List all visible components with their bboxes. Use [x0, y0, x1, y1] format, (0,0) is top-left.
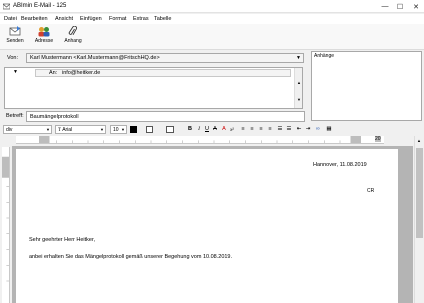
- address-label: Adresse: [34, 38, 54, 44]
- align-right-icon[interactable]: ≡: [257, 125, 265, 134]
- chevron-down-icon: ▼: [100, 127, 104, 132]
- superscript-button[interactable]: x²: [228, 125, 236, 134]
- insert-link-icon[interactable]: ∞: [314, 125, 322, 134]
- style-select[interactable]: div ▼: [3, 125, 52, 134]
- scroll-up-icon[interactable]: ▲: [297, 80, 301, 85]
- font-size-value: 10: [113, 127, 119, 133]
- insert-table-icon[interactable]: ▦: [325, 125, 333, 134]
- salutation: Sehr geehrter Herr Heitker,: [29, 237, 96, 243]
- menu-view[interactable]: Ansicht: [55, 16, 73, 22]
- recipient-dropdown-icon[interactable]: ▼: [13, 69, 18, 75]
- app-icon: [3, 3, 10, 10]
- align-left-icon[interactable]: ≡: [239, 125, 247, 134]
- bold-button[interactable]: B: [186, 125, 194, 134]
- menu-file[interactable]: Datei: [4, 16, 17, 22]
- numbered-list-icon[interactable]: ☰: [285, 125, 293, 134]
- from-value: Karl Mustermann <Karl.Mustermann@Fritsch…: [30, 55, 160, 61]
- date-line: Hannover, 11.08.2019: [313, 162, 367, 168]
- attachment-button[interactable]: Anhang: [59, 25, 87, 49]
- address-button[interactable]: Adresse: [30, 25, 58, 49]
- indent-icon[interactable]: ⇥: [304, 125, 312, 134]
- menu-format[interactable]: Format: [109, 16, 126, 22]
- from-select[interactable]: Karl Mustermann <Karl.Mustermann@Fritsch…: [26, 53, 304, 63]
- minimize-button[interactable]: —: [378, 1, 392, 12]
- close-button[interactable]: ✕: [409, 1, 423, 12]
- format-toolbar: div ▼ T Arial ▼ 10 ▼ B I U A A x² ≡ ≡ ≡ …: [0, 124, 424, 135]
- send-icon: [9, 26, 21, 36]
- font-select[interactable]: T Arial ▼: [55, 125, 106, 134]
- text-color-button[interactable]: [130, 126, 137, 133]
- vertical-ruler[interactable]: [2, 147, 10, 303]
- menu-bar: Datei Bearbeiten Ansicht Einfügen Format…: [0, 14, 424, 24]
- align-center-icon[interactable]: ≡: [248, 125, 256, 134]
- font-value: Arial: [62, 127, 73, 133]
- border-button[interactable]: [166, 126, 174, 133]
- clear-format-button[interactable]: A: [220, 125, 228, 134]
- menu-edit[interactable]: Bearbeiten: [21, 16, 48, 22]
- to-label: An:: [49, 70, 58, 76]
- address-book-icon: [38, 27, 50, 37]
- from-label: Von:: [7, 55, 19, 61]
- horizontal-ruler[interactable]: [16, 136, 384, 144]
- menu-table[interactable]: Tabelle: [154, 16, 171, 22]
- bullet-list-icon[interactable]: ☰: [276, 125, 284, 134]
- recipients-list[interactable]: ▼ An: info@heitker.de ▲ ▼: [4, 67, 303, 109]
- maximize-button[interactable]: ☐: [393, 1, 407, 12]
- send-label: Senden: [6, 38, 24, 44]
- scroll-down-icon[interactable]: ▼: [297, 97, 301, 102]
- main-toolbar: Senden Adresse Anhang: [0, 24, 424, 50]
- italic-button[interactable]: I: [195, 125, 203, 134]
- recipient-row[interactable]: ▼ An: info@heitker.de: [5, 68, 295, 77]
- outdent-icon[interactable]: ⇤: [295, 125, 303, 134]
- underline-button[interactable]: U: [203, 125, 211, 134]
- send-button[interactable]: Senden: [1, 25, 29, 49]
- title-bar: ABImin E-Mail - 125 — ☐ ✕: [0, 0, 424, 13]
- menu-extras[interactable]: Extras: [133, 16, 149, 22]
- style-value: div: [6, 127, 13, 133]
- menu-insert[interactable]: Einfügen: [80, 16, 102, 22]
- justify-icon[interactable]: ≡: [266, 125, 274, 134]
- attachment-label: Anhang: [64, 38, 82, 44]
- to-value[interactable]: info@heitker.de: [62, 70, 100, 76]
- ruler-end-label: 20: [375, 136, 381, 142]
- attachments-panel[interactable]: Anhänge: [311, 51, 422, 121]
- mail-header: Von: Karl Mustermann <Karl.Mustermann@Fr…: [3, 52, 305, 122]
- chevron-down-icon: ▼: [121, 127, 125, 132]
- font-type-icon: T: [58, 128, 62, 133]
- subject-label: Betreff:: [6, 113, 24, 119]
- document-page[interactable]: Hannover, 11.08.2019 CR Sehr geehrter He…: [16, 149, 398, 303]
- strikethrough-button[interactable]: A: [211, 125, 219, 134]
- attachments-label: Anhänge: [314, 53, 335, 59]
- chevron-down-icon: ▼: [46, 127, 50, 132]
- window-title: ABImin E-Mail - 125: [13, 3, 67, 9]
- scroll-thumb[interactable]: [416, 148, 423, 238]
- initials: CR: [367, 188, 375, 194]
- font-size-select[interactable]: 10 ▼: [110, 125, 127, 134]
- paperclip-icon: [68, 26, 77, 36]
- document-scrollbar[interactable]: ▲: [414, 136, 424, 303]
- highlight-color-button[interactable]: [146, 126, 153, 133]
- subject-input[interactable]: Baumängelprotokoll: [26, 111, 305, 122]
- scroll-up-icon[interactable]: ▲: [417, 138, 421, 143]
- recipients-scrollbar[interactable]: ▲ ▼: [294, 68, 302, 108]
- chevron-down-icon: ▼: [296, 55, 301, 61]
- body-text: anbei erhalten Sie das Mängelprotokoll g…: [29, 254, 233, 260]
